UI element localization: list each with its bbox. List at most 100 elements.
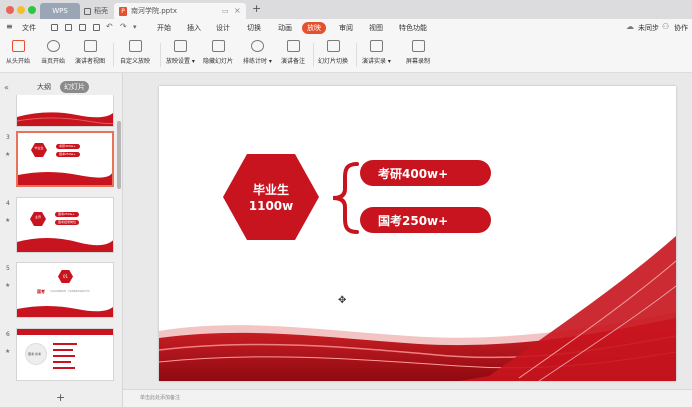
menu-file[interactable]: 文件 — [22, 23, 36, 33]
thumb-line — [53, 367, 75, 369]
menu-bar: ≡ 文件 ↶ ↷ ▾ 开始 插入 设计 切换 动画 放映 审阅 视图 特色功能 … — [0, 19, 692, 37]
menu-animation[interactable]: 动画 — [278, 23, 292, 33]
menu-insert[interactable]: 插入 — [187, 23, 201, 33]
play-from-current-button[interactable]: 当页开始 — [41, 40, 65, 65]
wps-presentation-window: WPS 稻壳 P 南河学院.pptx ▭ × + ≡ 文件 ↶ ↷ ▾ 开始 插… — [0, 0, 692, 407]
civil-exam-pill: 国考250w+ — [360, 207, 491, 233]
screen-record-button[interactable]: 屏幕录制 — [406, 40, 430, 65]
daoke-icon — [84, 7, 91, 15]
play-from-start-label: 从头开始 — [6, 58, 31, 65]
speech-record-button[interactable]: 演讲实录 ▾ — [362, 40, 391, 65]
collapse-panel-icon[interactable]: « — [4, 83, 9, 92]
custom-show-icon — [128, 40, 142, 52]
hide-slide-icon — [211, 40, 225, 52]
hide-slide-label: 隐藏幻灯片 — [203, 58, 234, 65]
minimize-window-button[interactable] — [17, 6, 25, 14]
menu-view[interactable]: 视图 — [369, 23, 383, 33]
export-pdf-icon[interactable] — [65, 24, 72, 31]
slide-wave-graphic — [159, 236, 676, 381]
screen-record-icon — [411, 40, 425, 52]
animation-star-icon: ★ — [5, 151, 11, 158]
show-settings-label: 放映设置 ▾ — [166, 58, 195, 65]
hide-slide-button[interactable]: 隐藏幻灯片 — [203, 40, 233, 65]
toolbar-divider — [313, 43, 314, 67]
print-preview-icon[interactable] — [93, 24, 100, 31]
tab-close-icon[interactable]: × — [234, 6, 241, 15]
slide-switch-button[interactable]: 幻灯片切换 — [318, 40, 348, 65]
collaborate-button[interactable]: 协作 — [674, 23, 688, 33]
animation-star-icon: ★ — [5, 282, 11, 289]
slide-number: 5 — [6, 265, 10, 272]
thumb-pill: 国考250w+ — [55, 212, 79, 217]
slide-thumbnail-3[interactable]: 毕业生 考研400w+ 国考250w+ — [16, 131, 114, 187]
tab-document[interactable]: P 南河学院.pptx ▭ × — [114, 3, 246, 19]
play-from-current-label: 当页开始 — [41, 58, 66, 65]
graduates-hexagon-text: 毕业生 1100w — [223, 182, 319, 214]
notes-placeholder[interactable]: 单击此处添加备注 — [140, 394, 180, 401]
slide-thumbnail-2[interactable] — [16, 95, 114, 127]
tab-wps[interactable]: WPS — [40, 3, 80, 19]
slide-editing-area: 毕业生 1100w 考研400w+ 国考250w+ ✥ — [123, 73, 692, 389]
thumb-line — [53, 343, 77, 345]
slide-thumbnail-4[interactable]: 业界 国考250w+ 国考招录岗位 — [16, 197, 114, 253]
tab-monitor-icon[interactable]: ▭ — [222, 7, 229, 15]
presenter-view-icon — [83, 40, 97, 52]
custom-show-label: 自定义放映 — [120, 58, 151, 65]
toolbar-divider — [356, 43, 357, 67]
custom-show-button[interactable]: 自定义放映 — [120, 40, 150, 65]
tab-daoke[interactable]: 稻壳 — [80, 3, 114, 19]
menu-review[interactable]: 审阅 — [339, 23, 353, 33]
play-from-start-button[interactable]: 从头开始 — [6, 40, 30, 65]
undo-icon[interactable]: ↶ — [106, 22, 113, 31]
redo-icon[interactable]: ↷ — [120, 22, 127, 31]
tab-slides[interactable]: 幻灯片 — [60, 81, 89, 93]
thumb-line — [53, 361, 71, 363]
animation-star-icon: ★ — [5, 217, 11, 224]
thumb-wave-graphic — [17, 238, 113, 252]
slideshow-ribbon: 从头开始 当页开始 演讲者视图 自定义放映 放映设置 ▾ 隐藏幻灯片 排练计时 … — [0, 37, 692, 73]
animation-star-icon: ★ — [5, 348, 11, 355]
hamburger-menu-icon[interactable]: ≡ — [6, 22, 13, 31]
print-icon[interactable] — [79, 24, 86, 31]
rehearse-timings-button[interactable]: 排练计时 ▾ — [243, 40, 272, 65]
slide-number: 3 — [6, 134, 10, 141]
quick-access-more-icon[interactable]: ▾ — [133, 23, 137, 31]
rehearse-timings-icon — [250, 40, 264, 52]
thumb-title: 国考·省考 — [28, 352, 41, 356]
new-tab-icon[interactable]: + — [252, 2, 261, 15]
slide-number: 6 — [6, 331, 10, 338]
thumb-hex-text: 毕业生 — [34, 146, 44, 150]
add-slide-button[interactable]: + — [56, 391, 65, 404]
show-settings-icon — [173, 40, 187, 52]
menu-start[interactable]: 开始 — [157, 23, 171, 33]
thumb-pill: 考研400w+ — [56, 144, 80, 149]
thumb-pill: 国考250w+ — [56, 152, 80, 157]
close-window-button[interactable] — [6, 6, 14, 14]
cloud-sync-icon[interactable]: ☁ — [626, 22, 634, 31]
collaborate-icon[interactable]: ⚇ — [662, 22, 669, 31]
presenter-view-label: 演讲者视图 — [75, 58, 106, 65]
hexagon-label: 毕业生 — [252, 183, 289, 197]
save-icon[interactable] — [51, 24, 58, 31]
menu-transition[interactable]: 切换 — [247, 23, 261, 33]
menu-slideshow[interactable]: 放映 — [302, 22, 326, 34]
slide-number: 4 — [6, 200, 10, 207]
speaker-notes-button[interactable]: 演讲备注 — [281, 40, 305, 65]
tab-outline[interactable]: 大纲 — [37, 82, 51, 92]
move-cursor-icon: ✥ — [338, 295, 347, 306]
show-settings-button[interactable]: 放映设置 ▾ — [166, 40, 195, 65]
zoom-window-button[interactable] — [28, 6, 36, 14]
slide-thumbnail-5[interactable]: 01 国考 中央及其直属机构 · 中央直属机构的地方分支 — [16, 262, 114, 318]
panel-scrollbar[interactable] — [117, 121, 121, 189]
sync-status-button[interactable]: 未同步 — [638, 23, 659, 33]
slide-thumbnail-6[interactable]: 国考·省考 — [16, 328, 114, 381]
current-slide-canvas[interactable]: 毕业生 1100w 考研400w+ 国考250w+ — [159, 86, 676, 381]
menu-special-features[interactable]: 特色功能 — [399, 23, 427, 33]
curly-brace-graphic — [332, 162, 359, 234]
video-camera-icon — [369, 40, 383, 52]
tab-wps-label: WPS — [52, 7, 68, 15]
speaker-notes-label: 演讲备注 — [281, 58, 306, 65]
presenter-view-button[interactable]: 演讲者视图 — [75, 40, 105, 65]
menu-design[interactable]: 设计 — [216, 23, 230, 33]
notes-bar[interactable]: 单击此处添加备注 — [123, 389, 692, 407]
